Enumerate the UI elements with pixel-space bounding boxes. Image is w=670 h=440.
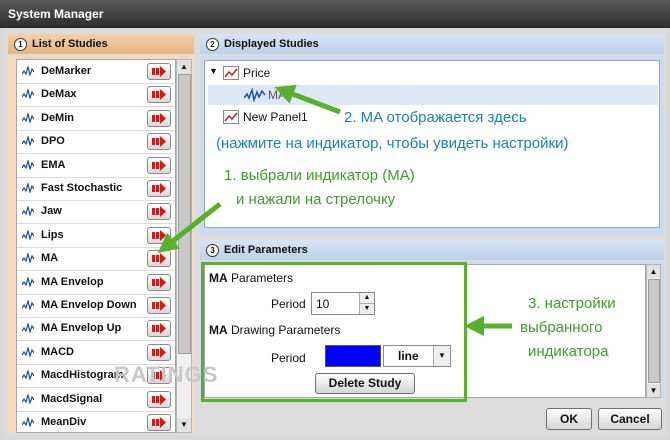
annotation-2-line1: 2. MA отображается здесь xyxy=(344,109,527,126)
annotation-3-line3: индикатора xyxy=(528,343,609,360)
system-manager-window: System Manager 1 List of Studies DeMarke… xyxy=(0,0,670,440)
arrow-to-ma-add xyxy=(157,202,222,253)
annotation-3-line1: 3. настройки xyxy=(528,295,616,312)
annotation-1-line1: 1. выбрали индикатор (MA) xyxy=(224,167,415,184)
annotation-2-line2: (нажмите на индикатор, чтобы увидеть нас… xyxy=(216,135,569,152)
arrow-to-ma xyxy=(274,84,341,115)
annotation-arrows xyxy=(157,84,512,336)
annotation-1-line2: и нажали на стрелочку xyxy=(236,191,396,208)
annotation-3-line2: выбранного xyxy=(520,319,603,336)
